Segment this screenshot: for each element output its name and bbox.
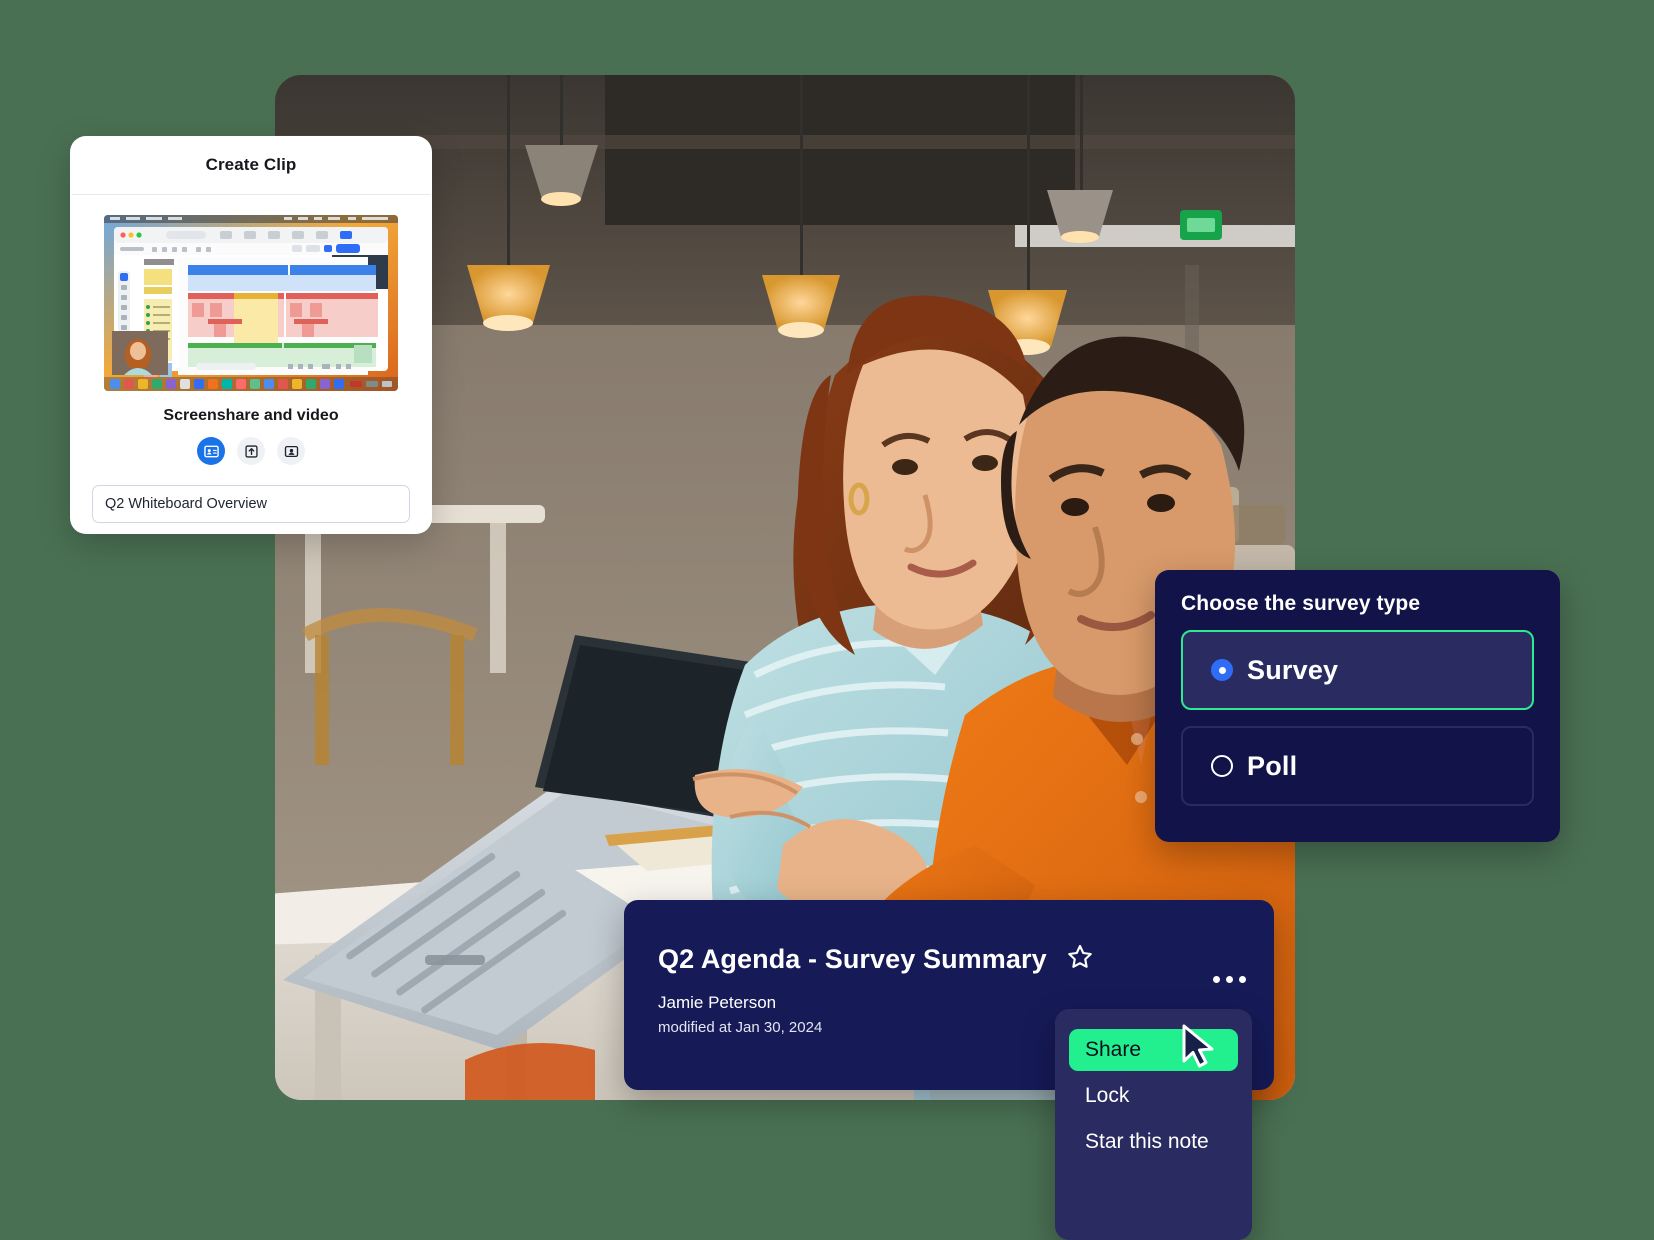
create-clip-card: Create Clip Screenshare and video Q2 Whi… xyxy=(70,136,432,534)
camera-video-button[interactable] xyxy=(277,437,305,465)
create-clip-title: Create Clip xyxy=(205,155,297,174)
upload-button[interactable] xyxy=(237,437,265,465)
radio-selected-icon xyxy=(1211,659,1233,681)
clip-mode-buttons xyxy=(92,437,410,465)
camera-video-icon xyxy=(284,444,299,459)
clip-name-input[interactable] xyxy=(92,485,410,523)
note-context-menu: Share Lock Star this note xyxy=(1055,1009,1252,1240)
clip-caption: Screenshare and video xyxy=(163,407,339,424)
upload-icon xyxy=(244,444,259,459)
context-menu-item-lock[interactable]: Lock xyxy=(1069,1075,1238,1117)
more-horizontal-icon[interactable] xyxy=(1213,976,1246,983)
survey-option-label: Poll xyxy=(1247,750,1298,781)
survey-option-survey[interactable]: Survey xyxy=(1181,630,1534,710)
context-menu-item-share[interactable]: Share xyxy=(1069,1029,1238,1071)
clip-thumbnail[interactable] xyxy=(104,215,398,391)
survey-panel-heading: Choose the survey type xyxy=(1181,592,1421,615)
survey-option-poll[interactable]: Poll xyxy=(1181,726,1534,806)
survey-type-panel: Choose the survey type Survey Poll xyxy=(1155,570,1560,842)
star-outline-icon[interactable] xyxy=(1065,942,1095,977)
radio-unselected-icon xyxy=(1211,755,1233,777)
note-title: Q2 Agenda - Survey Summary xyxy=(658,944,1047,974)
page-root: Create Clip Screenshare and video Q2 Whi… xyxy=(0,0,1654,1240)
context-menu-item-star-this-note[interactable]: Star this note xyxy=(1069,1121,1238,1163)
survey-option-label: Survey xyxy=(1247,654,1339,685)
screenshare-thumbnail-icon xyxy=(104,215,398,391)
screenshare-and-video-icon xyxy=(203,444,219,459)
screenshare-and-video-button[interactable] xyxy=(197,437,225,465)
